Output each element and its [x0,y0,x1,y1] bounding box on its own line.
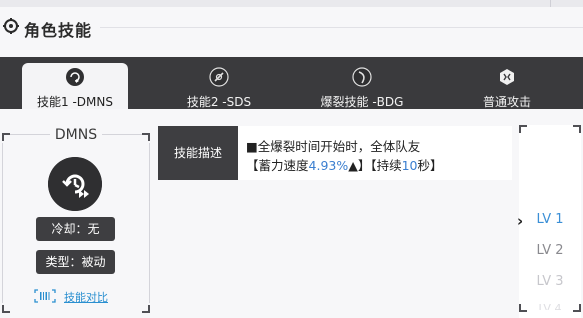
target-icon [3,18,19,34]
tab-skill2[interactable]: 技能2 -SDS [168,63,270,109]
top-strip [0,0,583,7]
section-header: 角色技能 [0,8,583,48]
tab-label: 技能2 -SDS [186,95,252,109]
page-title: 角色技能 [24,21,93,40]
tab-label: 技能1 -DMNS [37,95,113,109]
description-line: 【蓄力速度4.93%▲】【持续10秒】 [246,158,443,173]
level-selector: › LV 1 LV 2 LV 3 LV 4 [517,125,581,318]
charge-speed-value: 4.93% [308,158,349,173]
skill-burst-icon [352,67,372,87]
level-option-1[interactable]: LV 1 [519,212,581,227]
skill-cycle-icon [66,68,84,86]
level-option-3[interactable]: LV 3 [519,274,581,289]
level-option-4[interactable]: LV 4 [519,302,581,310]
header-divider [100,27,583,28]
tab-burst[interactable]: 爆裂技能 -BDG [306,63,418,109]
barcode-scan-icon [34,289,56,303]
skill-attack-icon [500,69,514,85]
level-option-2[interactable]: LV 2 [519,243,581,258]
tab-label: 爆裂技能 -BDG [320,95,404,109]
description-box: ■全爆裂时间开始时，全体队友 【蓄力速度4.93%▲】【持续10秒】 [238,126,512,180]
description-tag: 技能描述 [158,126,238,180]
description-line: ■全爆裂时间开始时，全体队友 [246,139,421,154]
cooldown-badge: 冷却：无 [36,217,115,241]
skill-tabbar: 技能1 -DMNS 技能2 -SDS 爆裂技能 -BDG 普通攻击 [0,57,583,109]
skill-card: DMNS 冷却：无 类型：被动 技能对比 [0,125,152,318]
tab-skill1[interactable]: 技能1 -DMNS [22,63,128,109]
skill-slash-icon [209,67,229,87]
type-badge: 类型：被动 [36,250,115,274]
duration-value: 10 [401,158,418,173]
skill-compare-link[interactable]: 技能对比 [34,289,124,305]
tab-normal-attack[interactable]: 普通攻击 [462,63,552,109]
compare-label[interactable]: 技能对比 [64,289,108,305]
cycle-forward-icon [48,157,102,211]
skill-name: DMNS [54,127,98,143]
tab-label: 普通攻击 [482,95,531,109]
